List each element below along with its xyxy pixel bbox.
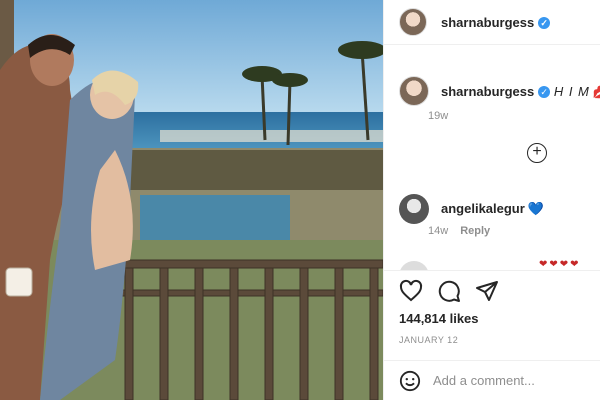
kiss-emoji: 💋 (593, 85, 600, 99)
comment-meta: 14w Reply (428, 225, 490, 237)
add-comment-bar: Add a comment... (384, 360, 600, 400)
verified-badge-icon: ✓ (538, 16, 551, 29)
comment-username[interactable]: angelikalegur (441, 201, 525, 216)
emoji-icon[interactable] (399, 370, 421, 392)
comment-icon[interactable] (437, 279, 461, 303)
reply-button[interactable]: Reply (460, 225, 490, 237)
post-date[interactable]: JANUARY 12 (399, 335, 458, 345)
post-username[interactable]: sharnaburgess ✓ (441, 15, 551, 30)
post-sidebar: sharnaburgess✓ sharnaburgess✓ H I M💋 19w… (383, 0, 600, 400)
caption-body: H I M (553, 83, 590, 99)
caption-text: sharnaburgess ✓ H I M💋 (441, 84, 600, 99)
hearts-emoji: ❤❤❤❤ (539, 259, 581, 270)
comment-time[interactable]: 14w (428, 225, 448, 237)
comment-item: angelikalegur 💙 (399, 194, 599, 224)
avatar[interactable] (399, 194, 429, 224)
load-more-comments-icon[interactable]: + (527, 143, 547, 163)
post-header: sharnaburgess ✓ (384, 0, 600, 45)
avatar[interactable] (399, 76, 429, 106)
post-actions: 144,814 likes JANUARY 12 (384, 270, 600, 345)
share-icon[interactable] (475, 279, 499, 303)
avatar[interactable] (399, 8, 427, 36)
caption-username[interactable]: sharnaburgess (441, 84, 534, 99)
caption: sharnaburgess ✓ H I M💋 (399, 76, 600, 106)
blue-heart-emoji: 💙 (527, 201, 544, 216)
likes-count[interactable]: 144,814 likes (399, 311, 479, 326)
post-photo[interactable] (0, 0, 383, 400)
comment-text: angelikalegur 💙 (441, 201, 544, 217)
heart-icon[interactable] (399, 279, 423, 303)
caption-time[interactable]: 19w (428, 110, 448, 122)
add-comment-input[interactable]: Add a comment... (433, 373, 535, 388)
verified-badge-icon: ✓ (538, 85, 551, 98)
